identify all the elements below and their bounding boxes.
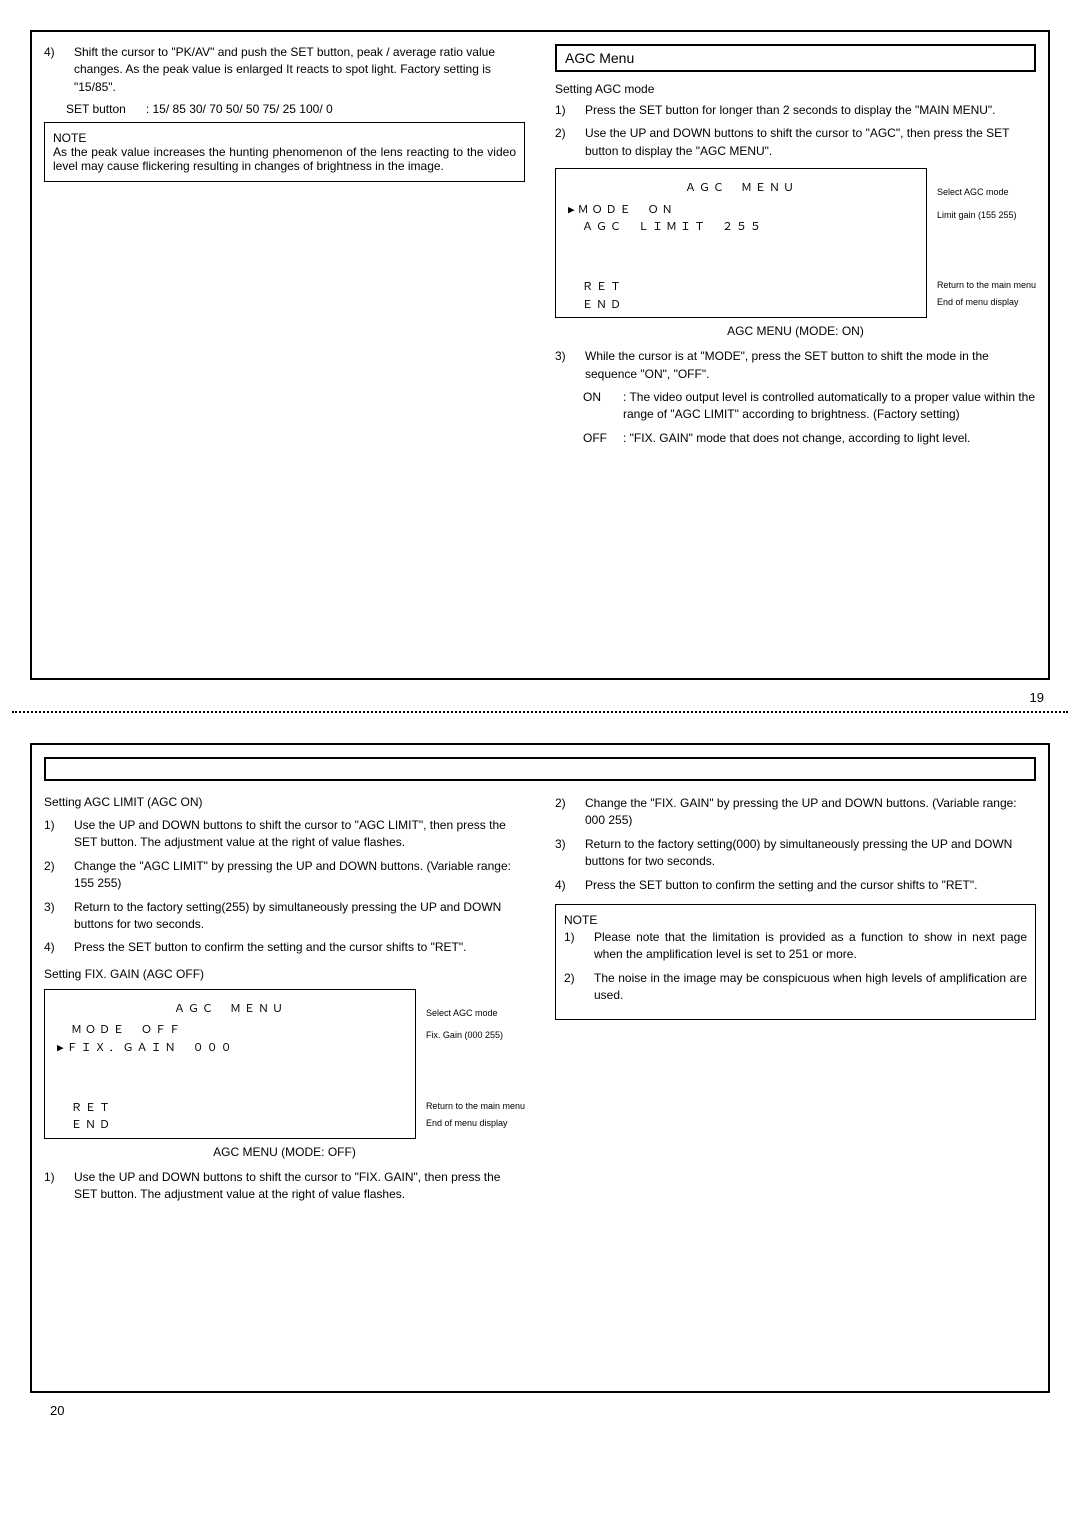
note-box: NOTE 1)Please note that the limitation i… bbox=[555, 904, 1036, 1020]
note-item-1: 1)Please note that the limitation is pro… bbox=[564, 929, 1027, 964]
page-divider bbox=[12, 711, 1068, 713]
note-body: As the peak value increases the hunting … bbox=[53, 145, 516, 173]
agc-menu-heading: AGC Menu bbox=[555, 44, 1036, 72]
ann-mode: Select AGC mode bbox=[426, 1007, 525, 1020]
note-heading: NOTE bbox=[53, 131, 516, 145]
step-2: 2)Use the UP and DOWN buttons to shift t… bbox=[555, 125, 1036, 160]
menu-caption: AGC MENU (MODE: OFF) bbox=[44, 1145, 525, 1159]
menu-title: ＡＧＣ ＭＥＮＵ bbox=[57, 1000, 403, 1018]
step-3: 3)Return to the factory setting(255) by … bbox=[44, 899, 525, 934]
page-number: 20 bbox=[0, 1401, 1080, 1424]
menu-ret: ＲＥＴ bbox=[57, 1099, 403, 1117]
step-text: Shift the cursor to "PK/AV" and push the… bbox=[74, 44, 525, 96]
setbtn-values: : 15/ 85 30/ 70 50/ 50 75/ 25 100/ 0 bbox=[146, 102, 333, 116]
menu-caption: AGC MENU (MODE: ON) bbox=[555, 324, 1036, 338]
on-text: : The video output level is controlled a… bbox=[623, 389, 1036, 424]
step-1b: 1)Use the UP and DOWN buttons to shift t… bbox=[44, 1169, 525, 1204]
note-box: NOTE As the peak value increases the hun… bbox=[44, 122, 525, 182]
menu-display: ＡＧＣ ＭＥＮＵ ＭＯＤＥ ＯＦＦ ▶ＦＩＸ．ＧＡＩＮ ０００ ＲＥＴ ＥＮＤ bbox=[44, 989, 416, 1139]
off-text: : "FIX. GAIN" mode that does not change,… bbox=[623, 430, 970, 447]
on-option: ON : The video output level is controlle… bbox=[555, 389, 1036, 424]
step-4: 4)Press the SET button to confirm the se… bbox=[44, 939, 525, 956]
menu-title: ＡＧＣ ＭＥＮＵ bbox=[568, 179, 914, 197]
menu-line-mode: ＭＯＤＥ ＯＦＦ bbox=[57, 1021, 403, 1039]
step-1: 1)Press the SET button for longer than 2… bbox=[555, 102, 1036, 119]
page-number: 19 bbox=[0, 688, 1080, 711]
subheading: Setting AGC mode bbox=[555, 82, 1036, 96]
ann-limit: Limit gain (155 255) bbox=[937, 209, 1036, 222]
menu-end: ＥＮＤ bbox=[568, 296, 914, 314]
ann-end: End of menu display bbox=[937, 296, 1036, 309]
ann-mode: Select AGC mode bbox=[937, 186, 1036, 199]
set-button-line: SET button : 15/ 85 30/ 70 50/ 50 75/ 25… bbox=[66, 102, 525, 116]
menu-line-mode: ▶ＭＯＤＥ ＯＮ bbox=[568, 201, 914, 219]
menu-display: ＡＧＣ ＭＥＮＵ ▶ＭＯＤＥ ＯＮ ＡＧＣ ＬＩＭＩＴ ２５５ ＲＥＴ ＥＮＤ bbox=[555, 168, 927, 318]
menu-end: ＥＮＤ bbox=[57, 1116, 403, 1134]
setbtn-label: SET button bbox=[66, 102, 126, 116]
ann-fix: Fix. Gain (000 255) bbox=[426, 1029, 525, 1042]
on-label: ON bbox=[583, 389, 615, 424]
menu-line-fix: ▶ＦＩＸ．ＧＡＩＮ ０００ bbox=[57, 1039, 403, 1057]
step-4b: 4)Press the SET button to confirm the se… bbox=[555, 877, 1036, 894]
subheading-agc-limit: Setting AGC LIMIT (AGC ON) bbox=[44, 795, 525, 809]
menu-line-limit: ＡＧＣ ＬＩＭＩＴ ２５５ bbox=[568, 218, 914, 236]
step-2: 2)Change the "AGC LIMIT" by pressing the… bbox=[44, 858, 525, 893]
ann-ret: Return to the main menu bbox=[426, 1100, 525, 1113]
step-4: 4) Shift the cursor to "PK/AV" and push … bbox=[44, 44, 525, 96]
step-3: 3)While the cursor is at "MODE", press t… bbox=[555, 348, 1036, 383]
step-number: 4) bbox=[44, 44, 64, 96]
step-3b: 3)Return to the factory setting(000) by … bbox=[555, 836, 1036, 871]
blank-section-bar bbox=[44, 757, 1036, 781]
note-heading: NOTE bbox=[564, 913, 1027, 927]
ann-end: End of menu display bbox=[426, 1117, 525, 1130]
ann-ret: Return to the main menu bbox=[937, 279, 1036, 292]
step-2b: 2)Change the "FIX. GAIN" by pressing the… bbox=[555, 795, 1036, 830]
menu-annotations: Select AGC mode Fix. Gain (000 255) Retu… bbox=[426, 989, 525, 1133]
agc-menu-on: ＡＧＣ ＭＥＮＵ ▶ＭＯＤＥ ＯＮ ＡＧＣ ＬＩＭＩＴ ２５５ ＲＥＴ ＥＮＤ … bbox=[555, 168, 1036, 318]
off-label: OFF bbox=[583, 430, 615, 447]
off-option: OFF : "FIX. GAIN" mode that does not cha… bbox=[555, 430, 1036, 447]
menu-ret: ＲＥＴ bbox=[568, 278, 914, 296]
menu-annotations: Select AGC mode Limit gain (155 255) Ret… bbox=[937, 168, 1036, 312]
note-item-2: 2)The noise in the image may be conspicu… bbox=[564, 970, 1027, 1005]
subheading-fix-gain: Setting FIX. GAIN (AGC OFF) bbox=[44, 967, 525, 981]
step-1: 1)Use the UP and DOWN buttons to shift t… bbox=[44, 817, 525, 852]
agc-menu-off: ＡＧＣ ＭＥＮＵ ＭＯＤＥ ＯＦＦ ▶ＦＩＸ．ＧＡＩＮ ０００ ＲＥＴ ＥＮＤ … bbox=[44, 989, 525, 1139]
